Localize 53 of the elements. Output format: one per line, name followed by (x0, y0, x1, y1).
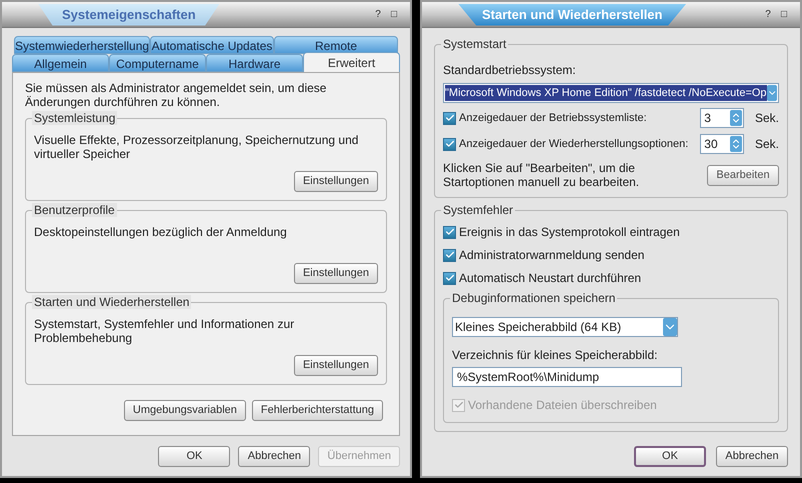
checkbox-label: Vorhandene Dateien überschreiben (468, 397, 657, 414)
checkbox-label: Anzeigedauer der Betriebssystemliste: (459, 110, 648, 126)
group-title: Systemstart (441, 37, 508, 51)
dialog-button[interactable]: Bearbeiten (707, 164, 779, 186)
text-field[interactable]: %SystemRoot%\Minidump (452, 367, 682, 387)
field-label: Verzeichnis für kleines Speicherabbild: (452, 347, 658, 364)
notice-text: Sie müssen als Administrator angemeldet sein, um diese Änderungen durchführen zu können. (25, 81, 328, 109)
group-title: Systemfehler (441, 203, 516, 217)
group-title: Debuginformationen speichern (450, 291, 618, 305)
group-title: Systemleistung (32, 111, 118, 125)
checkbox-label: Administratorwarnmeldung senden (459, 247, 644, 264)
unit-label: Sek. (754, 136, 779, 153)
dialog-button[interactable]: Einstellungen (294, 171, 378, 192)
dialog-button[interactable]: Abbrechen (238, 446, 310, 467)
dropdown[interactable]: "Microsoft Windows XP Home Edition" /fastdetect /NoExecute=Op (443, 83, 779, 103)
hint-text: Klicken Sie auf "Bearbeiten", um die Startoptionen manuell zu bearbeiten. (443, 161, 640, 189)
group-description: Visuelle Effekte, Prozessorzeitplanung, Speichernutzung und virtueller Speicher (34, 133, 360, 161)
group-description: Systemstart, Systemfehler und Informationen zur Problembehebung (34, 317, 296, 345)
unit-label: Sek. (754, 110, 779, 127)
group-description: Desktopeinstellungen bezüglich der Anmeldung (34, 225, 288, 239)
field-label: Standardbetriebssystem: (443, 62, 577, 79)
tab[interactable]: Systemwiederherstellung (14, 36, 150, 54)
group-title: Starten und Wiederherstellen (32, 295, 192, 309)
dropdown-value: Kleines Speicherabbild (64 KB) (455, 319, 622, 336)
title-bar-button[interactable]: □ (386, 7, 402, 22)
title-bar-button[interactable]: □ (776, 7, 792, 22)
tab[interactable]: Automatische Updates (150, 36, 274, 54)
tab[interactable]: Remote (274, 36, 398, 54)
dropdown[interactable]: Kleines Speicherabbild (64 KB) (452, 317, 678, 337)
dialog-button[interactable]: Umgebungsvariablen (124, 400, 246, 421)
checkbox-label: Ereignis in das Systemprotokoll eintragen (459, 224, 680, 241)
spin-field[interactable]: 3 (700, 108, 744, 128)
title-bar-button[interactable]: ? (370, 7, 386, 22)
dialog-button[interactable]: Einstellungen (294, 263, 378, 284)
spin-value: 3 (704, 110, 712, 127)
tab[interactable]: Allgemein (12, 54, 109, 72)
checkbox-label: Anzeigedauer der Wiederherstellungsoptionen: (459, 136, 690, 152)
title-bar-button[interactable]: ? (760, 7, 776, 22)
checkbox-label: Automatisch Neustart durchführen (459, 270, 642, 287)
dialog-button[interactable]: OK (634, 446, 706, 467)
dialog-button[interactable]: Abbrechen (716, 446, 788, 467)
dialog-button[interactable]: Einstellungen (294, 355, 378, 376)
dialog-button[interactable]: Fehlerberichterstattung (252, 400, 383, 421)
dropdown-value: "Microsoft Windows XP Home Edition" /fastdetect /NoExecute=Op (445, 85, 767, 101)
window-title: Starten und Wiederherstellen (458, 4, 686, 26)
window-title: Systemeigenschaften (38, 4, 220, 26)
group-title: Benutzerprofile (32, 203, 117, 217)
spin-value: 30 (704, 136, 719, 153)
tab[interactable]: Computername (109, 54, 206, 72)
tab[interactable]: Hardware (206, 54, 303, 72)
spin-field[interactable]: 30 (700, 134, 744, 154)
tab[interactable]: Erweitert (303, 52, 400, 72)
dialog-button[interactable]: OK (158, 446, 230, 467)
